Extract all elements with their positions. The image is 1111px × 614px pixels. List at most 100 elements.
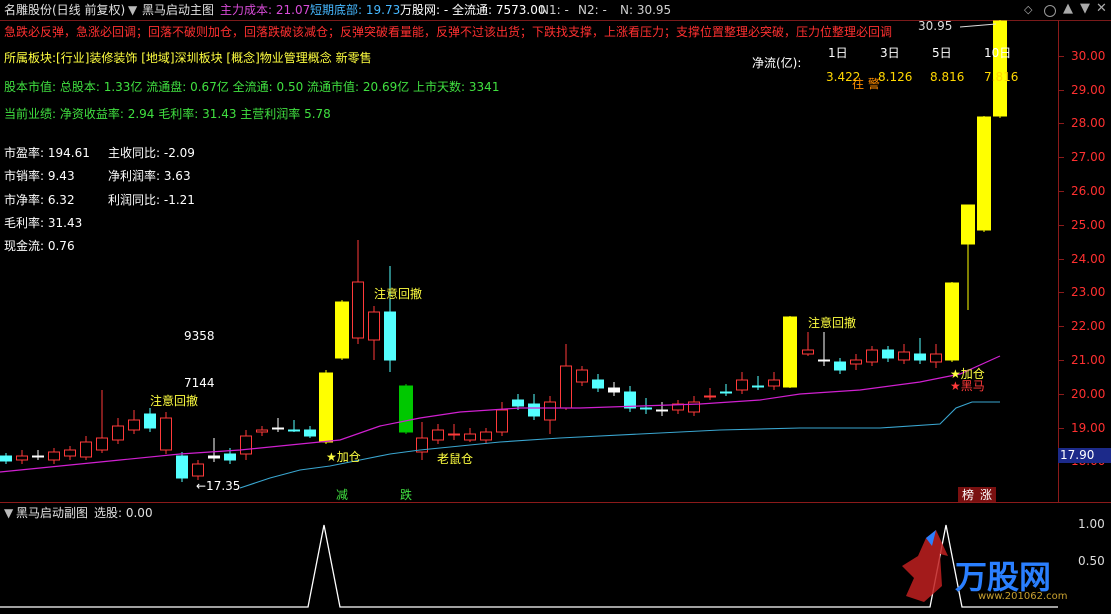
candle-body[interactable] <box>624 391 636 409</box>
candle-body[interactable] <box>32 455 44 458</box>
scroll-up-icon[interactable]: ▲ <box>1063 1 1073 16</box>
price-tick-mark <box>1058 326 1064 328</box>
ps-ratio: 市销率: 9.43 <box>4 169 75 183</box>
ranking-tag: 榜 <box>958 487 979 503</box>
candle-body[interactable] <box>945 282 959 361</box>
candle-body[interactable] <box>144 413 156 429</box>
candle-body[interactable] <box>448 433 460 436</box>
candle-body[interactable] <box>272 427 284 430</box>
sub-tick-1: 1.00 <box>1078 517 1105 531</box>
candle-body[interactable] <box>480 431 492 441</box>
net-flow-warn: 往 警 <box>852 77 880 91</box>
candle-body[interactable] <box>544 401 556 421</box>
net-margin: 净利润率: 3.63 <box>108 169 191 183</box>
candle-body[interactable] <box>882 349 894 359</box>
candle-body[interactable] <box>160 417 172 451</box>
current-price-tag: 17.90 <box>1058 448 1111 463</box>
candle-body[interactable] <box>304 429 316 437</box>
price-tick-mark <box>1058 55 1064 57</box>
candle-body[interactable] <box>656 409 668 412</box>
candle-body[interactable] <box>898 351 910 361</box>
price-tick-mark <box>1058 224 1064 226</box>
candle-body[interactable] <box>752 385 764 388</box>
candle-body[interactable] <box>608 387 620 393</box>
candle-body[interactable] <box>176 455 188 479</box>
indicator-name[interactable]: 黑马启动主图 <box>142 2 214 18</box>
candle-body[interactable] <box>352 281 364 339</box>
price-tick-mark <box>1058 123 1064 125</box>
candle-body[interactable] <box>802 349 814 355</box>
candle-body[interactable] <box>208 455 220 459</box>
candle-body[interactable] <box>128 419 140 431</box>
candle-body[interactable] <box>48 451 60 461</box>
candle-body[interactable] <box>512 399 524 407</box>
net-flow-period-3: 3日 <box>880 46 900 60</box>
price-tick-30.00: 30.00 <box>1071 48 1106 63</box>
candle-body[interactable] <box>834 361 846 371</box>
candle-body[interactable] <box>399 385 413 433</box>
scroll-down-icon[interactable]: ▼ <box>1080 1 1090 16</box>
candle-body[interactable] <box>384 311 396 361</box>
candle-body[interactable] <box>914 353 926 361</box>
candle-body[interactable] <box>256 429 268 433</box>
performance-info: 当前业绩: 净资收益率: 2.94 毛利率: 31.43 主营利润率 5.78 <box>4 107 331 121</box>
reduce-tag: 减 <box>336 488 349 502</box>
candle-body[interactable] <box>720 391 732 394</box>
candle-body[interactable] <box>368 311 380 341</box>
watermark-url: www.201062.com <box>978 591 1068 602</box>
price-tick-mark <box>1058 393 1064 395</box>
candle-body[interactable] <box>96 437 108 451</box>
gross-margin: 毛利率: 31.43 <box>4 216 83 230</box>
candle-body[interactable] <box>783 316 797 388</box>
high-arrow <box>960 23 997 28</box>
price-tick-26.00: 26.00 <box>1071 184 1106 198</box>
price-tick-25.00: 25.00 <box>1071 217 1106 232</box>
sector-info: 所属板块:[行业]装修装饰 [地域]深圳板块 [概念]物业管理概念 新零售 <box>4 51 372 65</box>
candle-body[interactable] <box>464 433 476 441</box>
candle-body[interactable] <box>704 395 716 398</box>
candle-body[interactable] <box>930 353 942 363</box>
price-tick-21.00: 21.00 <box>1071 353 1106 367</box>
price-tick-28.00: 28.00 <box>1071 116 1106 131</box>
candle-body[interactable] <box>850 359 862 365</box>
candle-body[interactable] <box>192 463 204 477</box>
candle-body[interactable] <box>240 435 252 455</box>
candle-body[interactable] <box>0 455 12 462</box>
candle-body[interactable] <box>736 379 748 391</box>
candle-body[interactable] <box>977 116 991 231</box>
candle-body[interactable] <box>112 425 124 441</box>
candle-body[interactable] <box>64 449 76 457</box>
close-icon[interactable]: ✕ <box>1096 1 1107 16</box>
candle-body[interactable] <box>640 407 652 410</box>
candle-body[interactable] <box>319 372 333 443</box>
rise-tag: 涨 <box>976 487 997 503</box>
diamond-icon[interactable]: ◇ <box>1024 3 1032 16</box>
pb-ratio: 市净率: 6.32 <box>4 193 75 207</box>
price-tick-22.00: 22.00 <box>1071 319 1106 334</box>
candle-body[interactable] <box>224 453 236 461</box>
candle-body[interactable] <box>592 379 604 389</box>
candle-body[interactable] <box>961 204 975 245</box>
candle-body[interactable] <box>560 365 572 409</box>
net-flow-value-10: 7.816 <box>984 70 1019 84</box>
candle-body[interactable] <box>496 409 508 433</box>
candle-body[interactable] <box>16 455 28 461</box>
candle-body[interactable] <box>432 429 444 441</box>
price-tick-mark <box>1058 360 1064 361</box>
stock-title[interactable]: 名雕股份(日线 前复权) <box>4 2 125 18</box>
candle-body[interactable] <box>528 403 540 417</box>
zoom-circle-icon[interactable] <box>1044 3 1056 17</box>
candle-body[interactable] <box>768 379 780 387</box>
profit-yoy: 利润同比: -1.21 <box>108 193 195 207</box>
candle-body[interactable] <box>335 301 349 359</box>
candle-body[interactable] <box>576 369 588 383</box>
ma-line-blue <box>239 401 1000 489</box>
candle-body[interactable] <box>288 429 300 432</box>
candle-body[interactable] <box>818 359 830 362</box>
mouse-position-label: 老鼠仓 <box>437 452 474 466</box>
candle-body[interactable] <box>80 441 92 458</box>
candle-body[interactable] <box>866 349 878 363</box>
indicator-dropdown-icon[interactable]: ▼ <box>128 2 137 18</box>
price-tick-mark <box>1058 191 1064 192</box>
price-tick-mark <box>1058 89 1064 91</box>
